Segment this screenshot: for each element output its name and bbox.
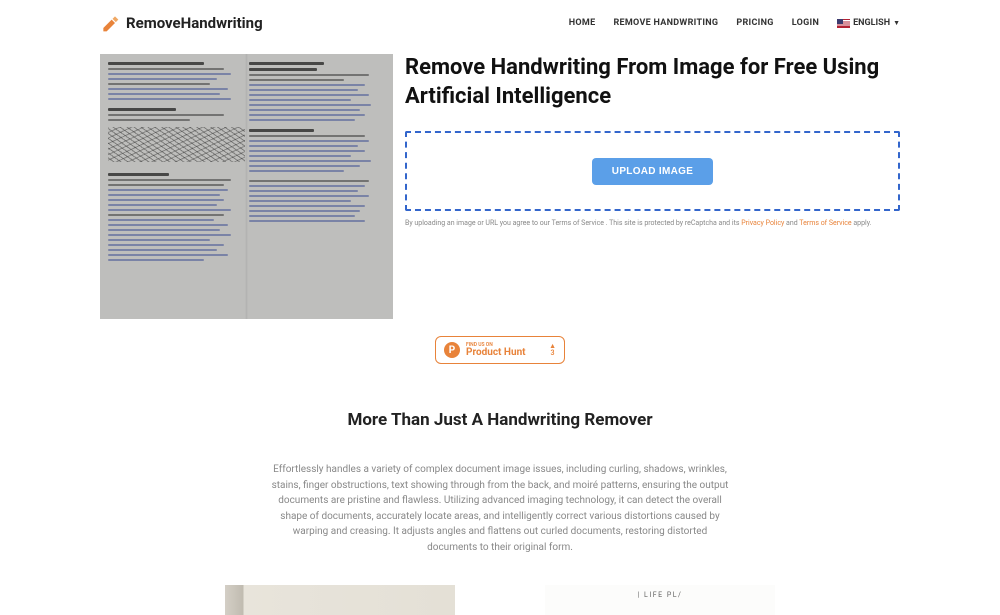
product-hunt-icon: P (444, 342, 460, 358)
upvote-count: 3 (551, 350, 555, 357)
header: RemoveHandwriting HOME REMOVE HANDWRITIN… (100, 0, 900, 46)
chevron-down-icon: ▼ (893, 19, 900, 27)
nav-login[interactable]: LOGIN (792, 18, 819, 28)
upload-button[interactable]: UPLOAD IMAGE (592, 158, 713, 185)
nav-home[interactable]: HOME (569, 18, 596, 28)
section-title: More Than Just A Handwriting Remover (0, 410, 1000, 430)
ph-upvote: ▲ 3 (549, 343, 556, 357)
product-hunt-badge[interactable]: P FIND US ON Product Hunt ▲ 3 (435, 336, 565, 364)
section-description: Effortlessly handles a variety of comple… (270, 462, 730, 555)
gallery-image-after: | LIFE PL/ (545, 585, 775, 615)
gallery-caption: | LIFE PL/ (638, 591, 683, 599)
hero-right: Remove Handwriting From Image for Free U… (403, 54, 900, 319)
gallery: | LIFE PL/ (0, 585, 1000, 615)
privacy-policy-link[interactable]: Privacy Policy (741, 219, 784, 227)
nav-pricing[interactable]: PRICING (736, 18, 773, 28)
terms-text: By uploading an image or URL you agree t… (405, 219, 900, 229)
logo-area[interactable]: RemoveHandwriting (100, 13, 263, 33)
nav: HOME REMOVE HANDWRITING PRICING LOGIN EN… (569, 18, 900, 28)
hero-sample-image (100, 54, 393, 319)
gallery-image-before (225, 585, 455, 615)
brand-name: RemoveHandwriting (126, 14, 263, 32)
terms-of-service-link[interactable]: Terms of Service (799, 219, 851, 227)
ph-left: P FIND US ON Product Hunt (444, 342, 526, 358)
logo-icon (100, 13, 120, 33)
upload-dropzone[interactable]: UPLOAD IMAGE (405, 131, 900, 211)
flag-us-icon (837, 19, 850, 28)
language-label: ENGLISH (853, 18, 890, 28)
language-selector[interactable]: ENGLISH ▼ (837, 18, 900, 28)
nav-remove-handwriting[interactable]: REMOVE HANDWRITING (613, 18, 718, 28)
hero-section: Remove Handwriting From Image for Free U… (100, 54, 900, 319)
hero-title: Remove Handwriting From Image for Free U… (405, 54, 900, 111)
ph-name-label: Product Hunt (466, 348, 526, 358)
